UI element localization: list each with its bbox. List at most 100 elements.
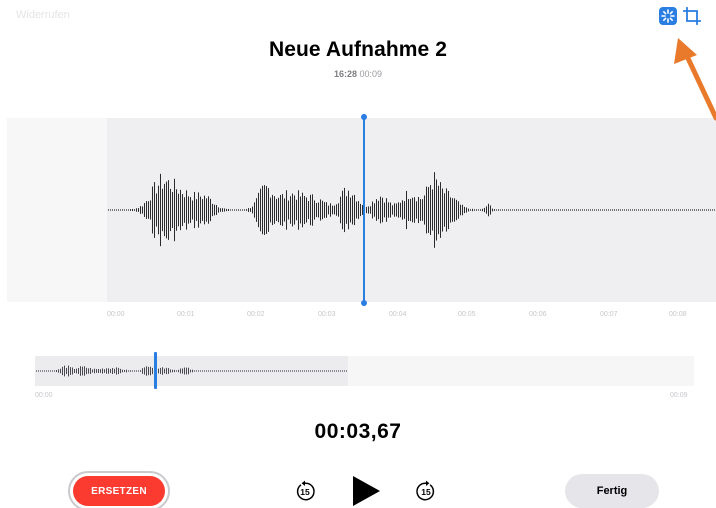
waveform-bar — [564, 209, 565, 211]
waveform-bar — [74, 369, 75, 373]
waveform-bar — [372, 201, 373, 219]
undo-button[interactable]: Widerrufen — [16, 9, 70, 21]
waveform-bar — [212, 370, 213, 372]
overview-playhead[interactable] — [154, 352, 157, 389]
waveform-bar — [286, 190, 287, 230]
waveform-bar — [234, 209, 235, 211]
waveform-bar — [704, 209, 705, 211]
timeline-tick: 00:01 — [177, 311, 195, 318]
waveform-bar — [286, 370, 287, 372]
waveform-bar — [566, 209, 567, 211]
waveform-bar — [508, 209, 509, 211]
waveform-bar — [538, 209, 539, 211]
waveform-bar — [126, 209, 127, 211]
waveform-bar — [206, 198, 207, 222]
waveform-bar — [228, 208, 229, 212]
waveform-bar — [142, 206, 143, 214]
waveform-bar — [276, 198, 277, 222]
crop-icon[interactable] — [682, 6, 702, 26]
waveform-bar — [268, 370, 269, 372]
waveform-bar — [98, 369, 99, 373]
waveform-bar — [466, 207, 467, 213]
waveform-bar — [152, 367, 153, 375]
waveform-bar — [274, 370, 275, 372]
waveform-bar — [406, 190, 407, 230]
waveform-bar — [460, 204, 461, 216]
waveform-bar — [324, 370, 325, 372]
waveform-bar — [472, 208, 473, 212]
waveform-bar — [700, 209, 701, 211]
waveform-bar — [340, 370, 341, 372]
waveform-bar — [96, 369, 97, 373]
waveform-bar — [442, 188, 443, 232]
waveform-bar — [550, 209, 551, 211]
waveform-bar — [696, 209, 697, 211]
waveform-bar — [432, 189, 433, 231]
waveform-bar — [198, 370, 199, 372]
waveform-bar — [128, 209, 129, 211]
waveform-bar — [536, 209, 537, 211]
waveform-bar — [682, 209, 683, 211]
waveform-bar — [138, 208, 139, 212]
waveform-bar — [158, 185, 159, 235]
replace-button-frame[interactable]: ERSETZEN — [68, 471, 170, 508]
waveform-bar — [316, 370, 317, 372]
waveform-bar — [436, 179, 437, 241]
waveform-bar — [172, 369, 173, 373]
waveform-bar — [92, 369, 93, 373]
waveform-bar — [240, 370, 241, 372]
magic-wand-icon[interactable] — [658, 6, 678, 26]
waveform-bar — [490, 205, 491, 215]
replace-button[interactable]: ERSETZEN — [73, 476, 165, 506]
waveform-bar — [554, 209, 555, 211]
waveform-bar — [52, 370, 53, 372]
waveform-bar — [540, 209, 541, 211]
waveform-bar — [524, 209, 525, 211]
waveform-bar — [504, 209, 505, 211]
done-button[interactable]: Fertig — [565, 474, 659, 508]
waveform-bar — [548, 209, 549, 211]
waveform-bar — [368, 206, 369, 214]
waveform-bar — [40, 370, 41, 372]
waveform-bar — [600, 209, 601, 211]
waveform-bar — [186, 367, 187, 375]
waveform-bar — [270, 370, 271, 372]
waveform[interactable] — [0, 118, 716, 302]
waveform-bar — [650, 209, 651, 211]
waveform-bar — [126, 369, 127, 373]
waveform-bar — [80, 366, 81, 376]
waveform-bar — [312, 370, 313, 372]
waveform-bar — [616, 209, 617, 211]
waveform-bar — [160, 173, 161, 247]
waveform-bar — [262, 370, 263, 372]
waveform-bar — [108, 368, 109, 374]
waveform-bar — [246, 370, 247, 372]
waveform-bar — [204, 195, 205, 225]
waveform-bar — [174, 369, 175, 373]
waveform-bar — [590, 209, 591, 211]
waveform-bar — [576, 209, 577, 211]
skip-back-15-button[interactable]: 15 — [293, 479, 317, 503]
waveform-bar — [186, 190, 187, 230]
waveform-bar — [712, 209, 713, 211]
waveform-bar — [668, 209, 669, 211]
skip-forward-15-button[interactable]: 15 — [414, 479, 438, 503]
waveform-bar — [622, 209, 623, 211]
waveform-bar — [324, 202, 325, 218]
waveform-bar — [626, 209, 627, 211]
playhead[interactable] — [361, 114, 367, 306]
waveform-bar — [392, 205, 393, 215]
waveform-bar — [608, 209, 609, 211]
recording-title[interactable]: Neue Aufnahme 2 — [0, 38, 716, 62]
waveform-bar — [374, 203, 375, 217]
waveform-bar — [190, 197, 191, 223]
waveform-bar — [184, 197, 185, 223]
play-button[interactable] — [352, 475, 382, 507]
waveform-bar — [430, 185, 431, 235]
waveform-bar — [160, 367, 161, 375]
waveform-bar — [294, 370, 295, 372]
waveform-bar — [230, 209, 231, 211]
waveform-bar — [242, 209, 243, 211]
recording-duration: 00:09 — [359, 69, 383, 79]
waveform-bar — [478, 209, 479, 211]
